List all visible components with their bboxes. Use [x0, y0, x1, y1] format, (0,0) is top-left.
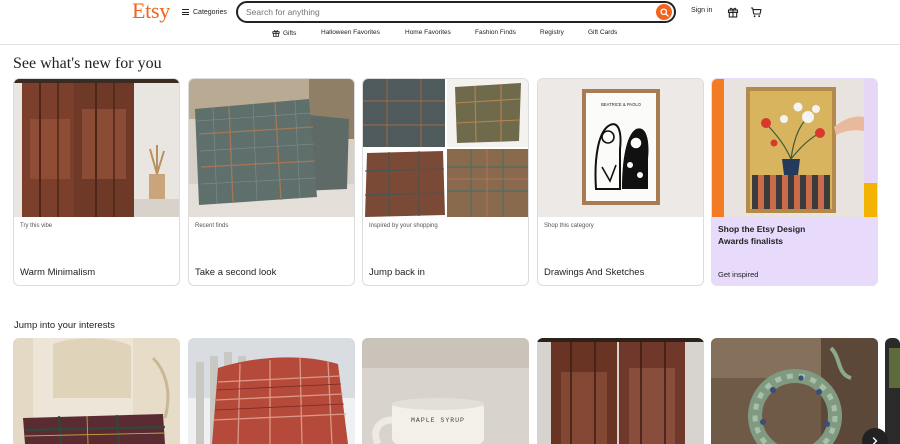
- search-bar: [236, 1, 676, 23]
- promo-title: Shop the Etsy Design Awards finalists: [718, 224, 806, 246]
- artwork-caption: BEATRICE & PAOLO: [601, 102, 642, 107]
- plaid-pillow-grid-photo: [363, 79, 528, 217]
- interest-tile-partial[interactable]: [885, 338, 900, 444]
- search-input[interactable]: [246, 5, 646, 19]
- search-button[interactable]: [656, 4, 672, 20]
- plaid-pillow-photo: [13, 338, 180, 444]
- interest-tile-plaid-pillow[interactable]: [13, 338, 180, 444]
- promo-cta-link[interactable]: Get inspired: [718, 270, 758, 279]
- plaid-pillows-photo: [189, 79, 354, 217]
- menu-icon: [182, 9, 189, 15]
- card-title: Drawings And Sketches: [544, 267, 645, 278]
- brown-curtains-photo: [537, 338, 704, 444]
- card-kicker: Try this vibe: [20, 223, 53, 229]
- gift-icon: [272, 30, 280, 37]
- card-drawings-and-sketches[interactable]: BEATRICE & PAOLO Shop this category Draw…: [537, 78, 704, 286]
- card-kicker: Inspired by your shopping: [369, 223, 438, 229]
- interest-tile-plaid-blanket[interactable]: [188, 338, 355, 444]
- subnav-item-halloween-favorites[interactable]: Halloween Favorites: [321, 29, 380, 36]
- categories-label: Categories: [193, 8, 227, 16]
- card-title: Jump back in: [369, 267, 425, 278]
- flower-vase-painting-photo: [712, 79, 877, 217]
- card-take-a-second-look[interactable]: Recent finds Take a second look: [188, 78, 355, 286]
- subnav-item-registry[interactable]: Registry: [540, 29, 564, 36]
- section-title-new-for-you: See what's new for you: [13, 55, 162, 72]
- etsy-logo[interactable]: Etsy: [132, 0, 170, 24]
- category-subnav: Gifts Halloween Favorites Home Favorites…: [0, 29, 900, 41]
- section-title-interests: Jump into your interests: [14, 320, 115, 331]
- card-kicker: Shop this category: [544, 223, 594, 229]
- curtain-photo: [14, 79, 179, 217]
- subnav-item-gifts[interactable]: Gifts: [272, 29, 296, 37]
- chevron-right-icon: [872, 437, 878, 444]
- search-icon: [659, 7, 669, 17]
- sign-in-link[interactable]: Sign in: [691, 7, 712, 14]
- cart-icon[interactable]: [749, 5, 763, 19]
- card-warm-minimalism[interactable]: Try this vibe Warm Minimalism: [13, 78, 180, 286]
- categories-button[interactable]: Categories: [182, 5, 227, 19]
- card-title: Warm Minimalism: [20, 267, 96, 278]
- framed-drawing-photo: BEATRICE & PAOLO: [538, 79, 703, 217]
- gift-mode-icon[interactable]: [726, 5, 740, 19]
- subnav-item-gift-cards[interactable]: Gift Cards: [588, 29, 617, 36]
- eucalyptus-wreath-photo: [711, 338, 878, 444]
- card-kicker: Recent finds: [195, 223, 229, 229]
- partial-photo: [885, 338, 900, 444]
- site-header: Etsy Categories Sign in: [0, 0, 900, 45]
- interest-tile-wreath[interactable]: [711, 338, 878, 444]
- subnav-item-fashion-finds[interactable]: Fashion Finds: [475, 29, 516, 36]
- mug-text: MAPLE SYRUP: [411, 417, 465, 424]
- maple-syrup-mug-photo: MAPLE SYRUP: [362, 338, 529, 444]
- interest-tile-maple-mug[interactable]: MAPLE SYRUP: [362, 338, 529, 444]
- subnav-item-home-favorites[interactable]: Home Favorites: [405, 29, 451, 36]
- card-jump-back-in[interactable]: Inspired by your shopping Jump back in: [362, 78, 529, 286]
- plaid-blanket-photo: [188, 338, 355, 444]
- card-design-awards-promo[interactable]: Shop the Etsy Design Awards finalists Ge…: [711, 78, 878, 286]
- card-title: Take a second look: [195, 267, 277, 278]
- interest-tile-curtains[interactable]: [537, 338, 704, 444]
